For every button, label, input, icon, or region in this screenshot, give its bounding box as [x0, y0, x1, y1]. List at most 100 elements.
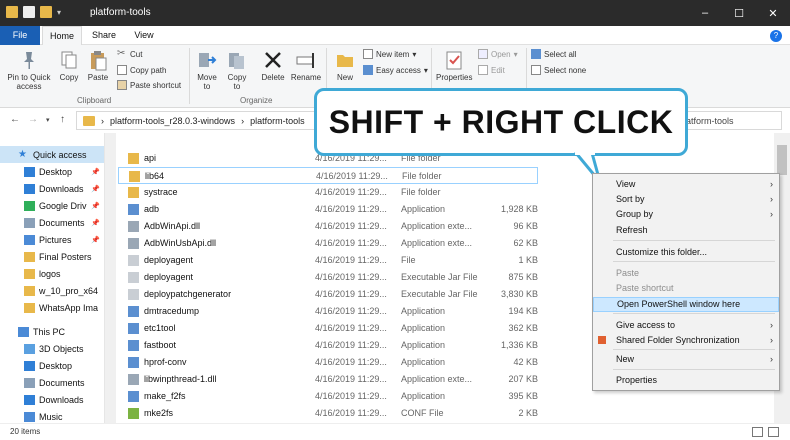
- select-all-icon: [531, 49, 541, 59]
- sidebar-item[interactable]: Desktop 📌: [0, 163, 104, 180]
- search-box[interactable]: platform-tools: [674, 111, 782, 130]
- menu-item[interactable]: Paste: [593, 266, 779, 281]
- table-row[interactable]: hprof-conv 4/16/2019 11:29... Application 4…: [118, 354, 538, 371]
- maximize-button[interactable]: ☐: [722, 0, 756, 26]
- table-row[interactable]: AdbWinUsbApi.dll 4/16/2019 11:29... Applic…: [118, 235, 538, 252]
- menu-item[interactable]: Properties: [593, 373, 779, 388]
- tab-home[interactable]: Home: [42, 26, 82, 45]
- table-row[interactable]: etc1tool 4/16/2019 11:29... Application 362…: [118, 320, 538, 337]
- table-row[interactable]: make_f2fs 4/16/2019 11:29... Application 39…: [118, 388, 538, 405]
- sidebar-item[interactable]: Downloads 📌: [0, 180, 104, 197]
- sidebar-item[interactable]: w_10_pro_x64: [0, 282, 104, 299]
- sidebar-item[interactable]: Downloads: [0, 391, 104, 408]
- sidebar-item[interactable]: 3D Objects: [0, 340, 104, 357]
- file-name: deploypatchgenerator: [144, 289, 232, 299]
- file-type: Application exte...: [401, 221, 473, 231]
- delete-button[interactable]: Delete: [258, 49, 288, 82]
- cut-button[interactable]: ✂ Cut: [117, 49, 142, 59]
- sidebar-item[interactable]: ★ Quick access: [0, 146, 104, 163]
- select-none-button[interactable]: Select none: [531, 65, 586, 75]
- recent-locations-icon[interactable]: ▾: [46, 116, 50, 124]
- table-row[interactable]: mke2fs 4/16/2019 11:29... CONF File 2 KB: [118, 405, 538, 422]
- chevron-down-icon[interactable]: ▾: [57, 8, 61, 17]
- file-name: mke2fs: [144, 408, 174, 418]
- menu-separator: [613, 313, 775, 314]
- file-type: Application: [401, 323, 446, 333]
- sidebar-item[interactable]: This PC: [0, 323, 104, 340]
- sidebar-item[interactable]: WhatsApp Ima: [0, 299, 104, 316]
- sync-icon: [598, 336, 606, 344]
- new-folder-icon[interactable]: [40, 6, 52, 18]
- sidebar-item[interactable]: Final Posters: [0, 248, 104, 265]
- sidebar-item[interactable]: Documents 📌: [0, 214, 104, 231]
- download-icon: [24, 183, 35, 194]
- table-row[interactable]: lib64 4/16/2019 11:29... File folder: [118, 167, 538, 184]
- pin-icon: 📌: [91, 236, 100, 244]
- menu-item[interactable]: Group by ›: [593, 207, 779, 222]
- tab-share[interactable]: Share: [86, 26, 122, 45]
- properties-button[interactable]: Properties: [436, 49, 472, 82]
- move-to-button[interactable]: Move to: [194, 49, 220, 91]
- table-row[interactable]: adb 4/16/2019 11:29... Application 1,928 KB: [118, 201, 538, 218]
- copy-button[interactable]: Copy: [56, 49, 82, 82]
- nav-scrollbar[interactable]: [104, 133, 116, 423]
- table-row[interactable]: deployagent 4/16/2019 11:29... File 1 KB: [118, 252, 538, 269]
- sidebar-item[interactable]: logos: [0, 265, 104, 282]
- scrollbar-thumb[interactable]: [777, 145, 787, 175]
- menu-item[interactable]: Open PowerShell window here: [593, 297, 779, 312]
- properties-icon[interactable]: [23, 6, 35, 18]
- tab-file[interactable]: File: [0, 26, 40, 45]
- forward-arrow-icon[interactable]: →: [28, 114, 38, 125]
- details-view-icon[interactable]: [752, 427, 763, 437]
- menu-item[interactable]: Give access to ›: [593, 318, 779, 333]
- close-button[interactable]: ✕: [756, 0, 790, 26]
- file-name: deployagent: [144, 272, 194, 282]
- paste-label: Paste: [87, 73, 109, 82]
- sidebar-item-label: Quick access: [33, 149, 87, 160]
- sidebar-item[interactable]: Music: [0, 408, 104, 423]
- back-arrow-icon[interactable]: ←: [10, 114, 20, 125]
- up-arrow-icon[interactable]: ↑: [60, 114, 65, 125]
- menu-item[interactable]: View ›: [593, 177, 779, 192]
- computer-icon: [18, 326, 29, 337]
- select-all-button[interactable]: Select all: [531, 49, 576, 59]
- minimize-button[interactable]: –: [688, 0, 722, 26]
- menu-item[interactable]: Shared Folder Synchronization ›: [593, 333, 779, 348]
- table-row[interactable]: systrace 4/16/2019 11:29... File folder: [118, 184, 538, 201]
- new-folder-button[interactable]: New: [332, 49, 358, 82]
- sidebar-item[interactable]: Google Driv 📌: [0, 197, 104, 214]
- easy-access-button[interactable]: Easy access ▾: [363, 65, 428, 75]
- menu-item[interactable]: Customize this folder...: [593, 245, 779, 260]
- pin-to-quick-access-button[interactable]: Pin to Quick access: [4, 49, 54, 91]
- tab-view[interactable]: View: [126, 26, 162, 45]
- file-date: 4/16/2019 11:29...: [315, 255, 387, 265]
- menu-item[interactable]: New ›: [593, 352, 779, 367]
- large-icons-view-icon[interactable]: [768, 427, 779, 437]
- sidebar-item[interactable]: Documents: [0, 374, 104, 391]
- sidebar-item[interactable]: Desktop: [0, 357, 104, 374]
- menu-item[interactable]: Refresh: [593, 223, 779, 238]
- help-icon[interactable]: ?: [770, 30, 782, 42]
- menu-item[interactable]: Sort by ›: [593, 192, 779, 207]
- table-row[interactable]: deployagent 4/16/2019 11:29... Executable …: [118, 269, 538, 286]
- pin-icon: 📌: [91, 219, 100, 227]
- copy-path-button[interactable]: Copy path: [117, 65, 166, 75]
- sidebar-item-label: Final Posters: [39, 251, 92, 262]
- rename-button[interactable]: Rename: [290, 49, 322, 82]
- table-row[interactable]: AdbWinApi.dll 4/16/2019 11:29... Applicati…: [118, 218, 538, 235]
- breadcrumb-item[interactable]: platform-tools: [250, 116, 305, 126]
- open-button[interactable]: Open ▾: [478, 49, 518, 59]
- new-item-button[interactable]: New item ▾: [363, 49, 416, 59]
- table-row[interactable]: dmtracedump 4/16/2019 11:29... Application…: [118, 303, 538, 320]
- paste-shortcut-button[interactable]: Paste shortcut: [117, 80, 181, 90]
- table-row[interactable]: deploypatchgenerator 4/16/2019 11:29... Ex…: [118, 286, 538, 303]
- breadcrumb-item[interactable]: platform-tools_r28.0.3-windows: [110, 116, 235, 126]
- edit-button[interactable]: Edit: [478, 65, 505, 75]
- folder-icon: [6, 6, 18, 18]
- menu-item[interactable]: Paste shortcut: [593, 281, 779, 296]
- table-row[interactable]: fastboot 4/16/2019 11:29... Application 1,3…: [118, 337, 538, 354]
- copy-to-button[interactable]: Copy to: [224, 49, 250, 91]
- paste-button[interactable]: Paste: [84, 49, 112, 82]
- sidebar-item[interactable]: Pictures 📌: [0, 231, 104, 248]
- table-row[interactable]: libwinpthread-1.dll 4/16/2019 11:29... App…: [118, 371, 538, 388]
